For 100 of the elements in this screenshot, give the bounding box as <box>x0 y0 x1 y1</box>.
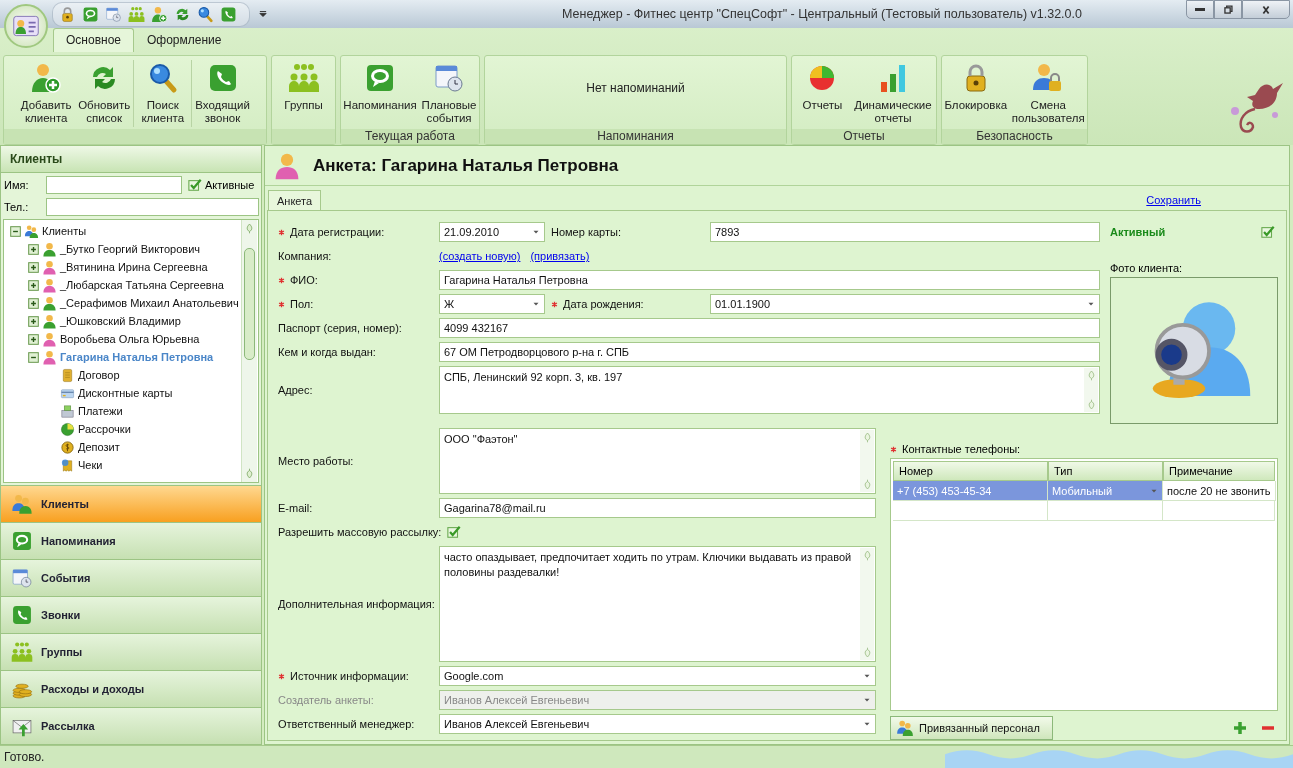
tree-item[interactable]: Чеки <box>78 459 103 471</box>
text-area[interactable]: СПБ, Ленинский 92 корп. 3, кв. 197 <box>439 366 1100 414</box>
text-area[interactable]: часто опаздывает, предпочитает ходить по утрам. Ключики выдавать из правой половины раздевалки! <box>439 546 876 662</box>
expand-icon[interactable] <box>28 333 39 345</box>
add-person-icon[interactable] <box>151 5 168 23</box>
scrollbar[interactable] <box>1084 368 1098 412</box>
table-label: Контактные телефоны: <box>902 443 1021 455</box>
tree-item[interactable]: _Бутко Георгий Викторович <box>60 243 201 255</box>
field-label: Номер карты: <box>551 226 621 238</box>
ribbon-button[interactable]: Группы <box>274 60 333 114</box>
people-icon <box>11 493 33 515</box>
field-label: Разрешить массовую рассылку: <box>278 526 442 538</box>
tree-item[interactable]: _Любарская Татьяна Сергеевна <box>60 279 224 291</box>
ribbon-button[interactable]: Смена пользователя <box>1009 60 1087 127</box>
tree-item[interactable]: _Юшковский Владимир <box>60 315 181 327</box>
nav-button[interactable]: Звонки <box>1 596 261 633</box>
expand-icon[interactable] <box>28 243 39 255</box>
phone-field[interactable] <box>46 198 259 216</box>
ribbon-button[interactable]: Входящий звонок <box>191 60 253 127</box>
scrollbar[interactable] <box>860 548 874 660</box>
linked-staff-button[interactable]: Привязанный персонал <box>890 716 1053 740</box>
tree-item[interactable]: Дисконтные карты <box>78 387 173 399</box>
tree-item[interactable]: Договор <box>78 369 120 381</box>
scrollbar[interactable] <box>860 430 874 492</box>
ribbon-button[interactable]: Добавить клиента <box>17 60 76 127</box>
group-label: Напоминания <box>597 129 674 143</box>
column-header[interactable]: Тип <box>1048 461 1163 481</box>
people-group-icon[interactable] <box>128 5 145 23</box>
dropdown-field[interactable]: 21.09.2010 <box>439 222 545 242</box>
collapse-icon[interactable] <box>10 225 21 237</box>
field-label: Пол: <box>290 298 314 310</box>
form-tab[interactable]: Анкета <box>268 190 322 210</box>
search-icon[interactable] <box>197 5 214 23</box>
people-group-icon <box>11 641 33 663</box>
expand-icon[interactable] <box>28 261 39 273</box>
ribbon-button[interactable]: Обновить список <box>75 60 134 127</box>
receipt-icon <box>60 457 75 473</box>
text-field[interactable]: Gagarina78@mail.ru <box>439 498 876 518</box>
nav-button[interactable]: События <box>1 559 261 596</box>
ribbon-tab[interactable]: Оформление <box>134 28 235 52</box>
scroll-down-icon[interactable] <box>244 468 255 479</box>
link[interactable]: (привязать) <box>530 250 590 262</box>
text-field[interactable]: Гагарина Наталья Петровна <box>439 270 1100 290</box>
dropdown-icon[interactable] <box>258 9 268 19</box>
nav-button[interactable]: Клиенты <box>1 485 261 522</box>
add-icon[interactable] <box>1232 720 1248 736</box>
nav-button[interactable]: Группы <box>1 633 261 670</box>
nav-button[interactable]: Расходы и доходы <box>1 670 261 707</box>
ribbon-button[interactable]: Блокировка <box>942 60 1010 114</box>
name-field[interactable] <box>46 176 182 194</box>
dropdown-field[interactable]: Google.com <box>439 666 876 686</box>
lock-icon[interactable] <box>59 5 76 23</box>
checkbox[interactable] <box>1261 225 1275 239</box>
ribbon-button[interactable]: Напоминания <box>341 60 420 114</box>
text-field[interactable]: 67 ОМ Петродворцового р-на г. СПБ <box>439 342 1100 362</box>
ribbon-button[interactable]: Отчеты <box>793 60 852 114</box>
tree-item[interactable]: Воробьева Ольга Юрьевна <box>60 333 200 345</box>
ribbon-tab[interactable]: Основное <box>53 28 134 52</box>
restore-button[interactable] <box>1214 0 1242 19</box>
caret-icon <box>1087 300 1095 308</box>
collapse-icon[interactable] <box>28 351 39 363</box>
app-logo-icon[interactable] <box>4 4 48 48</box>
expand-icon[interactable] <box>28 315 39 327</box>
ribbon-button[interactable]: Поиск клиента <box>133 60 192 127</box>
checkbox[interactable] <box>447 525 462 539</box>
close-button[interactable] <box>1242 0 1290 19</box>
status-label: Активный <box>1110 226 1166 238</box>
speech-bubble-icon[interactable] <box>82 5 99 23</box>
scroll-thumb[interactable] <box>244 247 255 360</box>
table-row[interactable]: +7 (453) 453-45-34 Мобильный после 20 не звонить <box>893 481 1275 501</box>
scroll-up-icon[interactable] <box>244 223 255 234</box>
text-area[interactable]: ООО "Фаэтон" <box>439 428 876 494</box>
checkbox[interactable] <box>188 178 202 192</box>
tree-item[interactable]: Депозит <box>78 441 120 453</box>
phone-icon[interactable] <box>220 5 237 23</box>
link[interactable]: (создать новую) <box>439 250 521 262</box>
save-link[interactable]: Сохранить <box>1146 194 1201 207</box>
expand-icon[interactable] <box>28 297 39 309</box>
dropdown-field[interactable]: 01.01.1900 <box>710 294 1100 314</box>
tree-item[interactable]: Гагарина Наталья Петровна <box>60 351 214 363</box>
minimize-button[interactable] <box>1186 0 1214 19</box>
column-header[interactable]: Примечание <box>1163 461 1275 481</box>
nav-button[interactable]: Рассылка <box>1 707 261 744</box>
ribbon-button[interactable]: Плановые события <box>419 60 479 127</box>
text-field[interactable]: 4099 432167 <box>439 318 1100 338</box>
tree-item[interactable]: _Серафимов Михаил Анатольевич <box>60 297 239 309</box>
tree-item[interactable]: Клиенты <box>42 225 87 237</box>
calendar-clock-icon[interactable] <box>105 5 122 23</box>
tree-item[interactable]: Рассрочки <box>78 423 131 435</box>
ribbon-button[interactable]: Динамические отчеты <box>851 60 935 127</box>
tree-item[interactable]: _Вятинина Ирина Сергеевна <box>60 261 208 273</box>
tree-item[interactable]: Платежи <box>78 405 123 417</box>
column-header[interactable]: Номер <box>893 461 1048 481</box>
dropdown-field[interactable]: Иванов Алексей Евгеньевич <box>439 714 876 734</box>
checkbox-label: Активные <box>205 179 255 191</box>
nav-button[interactable]: Напоминания <box>1 522 261 559</box>
scrollbar[interactable] <box>241 220 257 482</box>
dropdown-field[interactable]: Ж <box>439 294 545 314</box>
expand-icon[interactable] <box>28 279 39 291</box>
text-field[interactable]: 7893 <box>710 222 1100 242</box>
